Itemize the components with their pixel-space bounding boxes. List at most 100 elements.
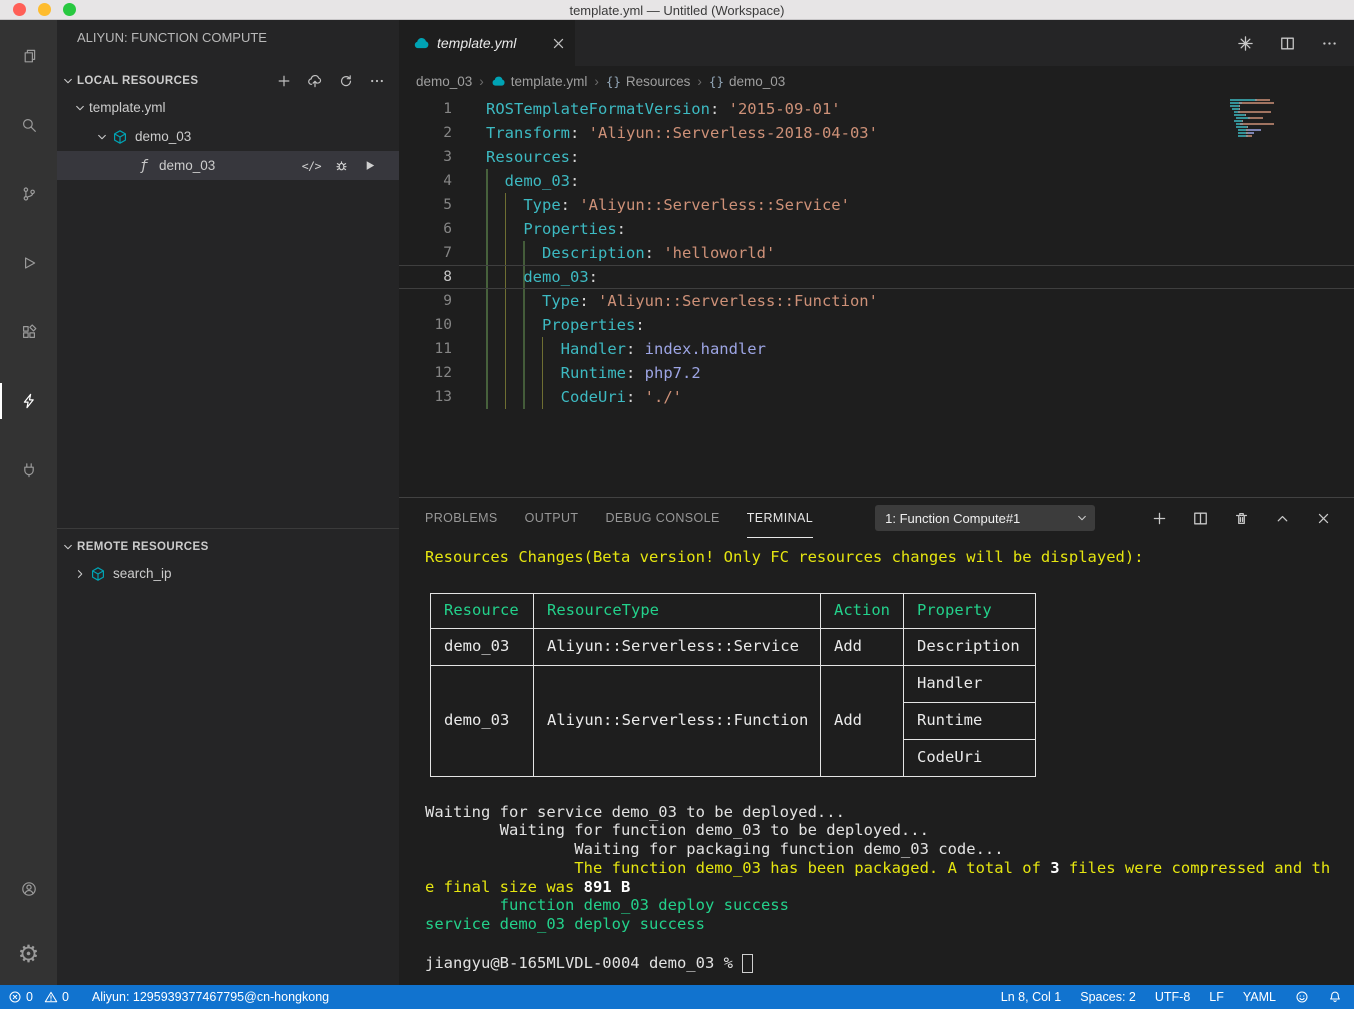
activity-run-debug-icon[interactable] <box>0 239 57 287</box>
split-editor-icon[interactable] <box>1279 35 1296 52</box>
activity-extensions-icon[interactable] <box>0 308 57 356</box>
activity-plugin-icon[interactable] <box>0 446 57 494</box>
files-icon <box>21 48 37 64</box>
code-line-1[interactable]: 1ROSTemplateFormatVersion: '2015-09-01' <box>399 97 1354 121</box>
code-line-5[interactable]: 5 Type: 'Aliyun::Serverless::Service' <box>399 193 1354 217</box>
tree-item-search-ip[interactable]: search_ip <box>57 559 399 588</box>
code-line-7[interactable]: 7 Description: 'helloworld' <box>399 241 1354 265</box>
terminal-picker[interactable]: 1: Function Compute#1 <box>875 505 1095 531</box>
activity-search-icon[interactable] <box>0 101 57 149</box>
more-actions-icon[interactable] <box>1321 35 1338 52</box>
code-text: CodeUri: './' <box>452 385 682 409</box>
panel-tab-problems[interactable]: PROBLEMS <box>425 498 498 538</box>
section-header-local-resources[interactable]: LOCAL RESOURCES <box>57 69 399 93</box>
code-line-6[interactable]: 6 Properties: <box>399 217 1354 241</box>
activity-files-icon[interactable] <box>0 32 57 80</box>
activity-source-control-icon[interactable] <box>0 170 57 218</box>
breadcrumb-resources-2[interactable]: {}Resources <box>606 74 691 89</box>
code-line-13[interactable]: 13 CodeUri: './' <box>399 385 1354 409</box>
code-line-4[interactable]: 4 demo_03: <box>399 169 1354 193</box>
close-tab-icon[interactable] <box>550 35 567 52</box>
run-debug-icon <box>21 255 37 271</box>
code-text: ROSTemplateFormatVersion: '2015-09-01' <box>452 97 841 121</box>
terminal[interactable]: Resources Changes(Beta version! Only FC … <box>399 538 1354 985</box>
status-label: LF <box>1209 990 1224 1004</box>
minimap[interactable] <box>1230 99 1342 138</box>
tab-template-yml[interactable]: template.yml <box>399 20 575 66</box>
breadcrumb-label: template.yml <box>511 74 588 89</box>
tree-item-demo-03[interactable]: ƒdemo_03</> <box>57 151 399 180</box>
status-feedback[interactable] <box>1295 990 1309 1004</box>
status-notifications[interactable] <box>1328 990 1342 1004</box>
code-editor[interactable]: 1ROSTemplateFormatVersion: '2015-09-01'2… <box>399 97 1354 497</box>
activity-bar-top <box>0 32 57 515</box>
tree-item-template-yml[interactable]: template.yml <box>57 93 399 122</box>
activity-settings-gear-icon[interactable]: ⚙ <box>0 931 57 979</box>
activity-bar-bottom: ⚙ <box>0 865 57 985</box>
service-cube-icon <box>112 129 128 145</box>
cell-resource: demo_03 <box>431 628 534 665</box>
code-text: Transform: 'Aliyun::Serverless-2018-04-0… <box>452 121 878 145</box>
prompt-text: jiangyu@B-165MLVDL-0004 demo_03 % <box>425 954 733 973</box>
status-aliyun-account[interactable]: Aliyun: 1295939377467795@cn-hongkong <box>92 990 329 1004</box>
status-encoding[interactable]: UTF-8 <box>1155 990 1190 1004</box>
code-line-8[interactable]: 8 demo_03: <box>399 265 1354 289</box>
new-terminal-icon[interactable] <box>1151 510 1168 527</box>
code-text: Description: 'helloworld' <box>452 241 775 265</box>
status-indentation[interactable]: Spaces: 2 <box>1080 990 1136 1004</box>
code-line-10[interactable]: 10 Properties: <box>399 313 1354 337</box>
line-number: 7 <box>399 241 452 265</box>
maximize-panel-icon[interactable] <box>1274 510 1291 527</box>
status-bar: 00 Aliyun: 1295939377467795@cn-hongkong L… <box>0 985 1354 1009</box>
breadcrumb-demo-03-3[interactable]: {}demo_03 <box>709 74 785 89</box>
code-line-12[interactable]: 12 Runtime: php7.2 <box>399 361 1354 385</box>
kill-terminal-icon[interactable] <box>1233 510 1250 527</box>
tree-item-demo-03[interactable]: demo_03 <box>57 122 399 151</box>
status-eol[interactable]: LF <box>1209 990 1224 1004</box>
code-line-9[interactable]: 9 Type: 'Aliyun::Serverless::Function' <box>399 289 1354 313</box>
code-line-11[interactable]: 11 Handler: index.handler <box>399 337 1354 361</box>
deploy-icon[interactable] <box>1237 35 1254 52</box>
activity-function-compute-icon[interactable] <box>0 377 57 425</box>
tab-label: template.yml <box>437 35 516 51</box>
activity-account-icon[interactable] <box>0 865 57 913</box>
code-line-2[interactable]: 2Transform: 'Aliyun::Serverless-2018-04-… <box>399 121 1354 145</box>
terminal-line: Resources Changes(Beta version! Only FC … <box>425 548 1354 567</box>
section-header-remote-resources[interactable]: REMOTE RESOURCES <box>57 535 399 559</box>
debug-bug-icon[interactable] <box>334 158 349 173</box>
split-terminal-icon[interactable] <box>1192 510 1209 527</box>
section-actions <box>276 73 385 89</box>
status-cursor-position[interactable]: Ln 8, Col 1 <box>1001 990 1061 1004</box>
minimize-window-button[interactable] <box>38 3 51 16</box>
status-bar-left: 00 Aliyun: 1295939377467795@cn-hongkong <box>8 990 329 1004</box>
terminal-intro: Resources Changes(Beta version! Only FC … <box>425 548 1354 567</box>
terminal-line: Waiting for service demo_03 to be deploy… <box>425 803 1354 822</box>
run-play-icon[interactable] <box>362 158 377 173</box>
status-language-mode[interactable]: YAML <box>1243 990 1276 1004</box>
line-number: 6 <box>399 217 452 241</box>
refresh-icon[interactable] <box>338 73 354 89</box>
tree-item-actions: </> <box>302 158 399 173</box>
more-icon[interactable] <box>369 73 385 89</box>
panel-tab-debug-console[interactable]: DEBUG CONSOLE <box>605 498 719 538</box>
status-errors[interactable]: 0 <box>8 990 33 1004</box>
table-row: demo_03 Aliyun::Serverless::Service Add … <box>431 628 1036 665</box>
code-icon[interactable]: </> <box>302 159 321 173</box>
code-text: Properties: <box>452 313 645 337</box>
code-line-3[interactable]: 3Resources: <box>399 145 1354 169</box>
breadcrumb-template-yml-1[interactable]: template.yml <box>491 74 588 89</box>
panel-tab-output[interactable]: OUTPUT <box>525 498 579 538</box>
terminal-cursor <box>742 954 753 973</box>
close-panel-icon[interactable] <box>1315 510 1332 527</box>
close-window-button[interactable] <box>13 3 26 16</box>
breadcrumb-label: demo_03 <box>416 74 472 89</box>
line-number: 8 <box>399 265 452 289</box>
deploy-cloud-icon[interactable] <box>307 73 323 89</box>
add-icon[interactable] <box>276 73 292 89</box>
zoom-window-button[interactable] <box>63 3 76 16</box>
panel-tab-terminal[interactable]: TERMINAL <box>747 498 813 538</box>
line-number: 4 <box>399 169 452 193</box>
breadcrumb-separator: › <box>697 74 702 89</box>
breadcrumb-demo-03-0[interactable]: demo_03 <box>416 74 472 89</box>
status-warnings[interactable]: 0 <box>44 990 69 1004</box>
